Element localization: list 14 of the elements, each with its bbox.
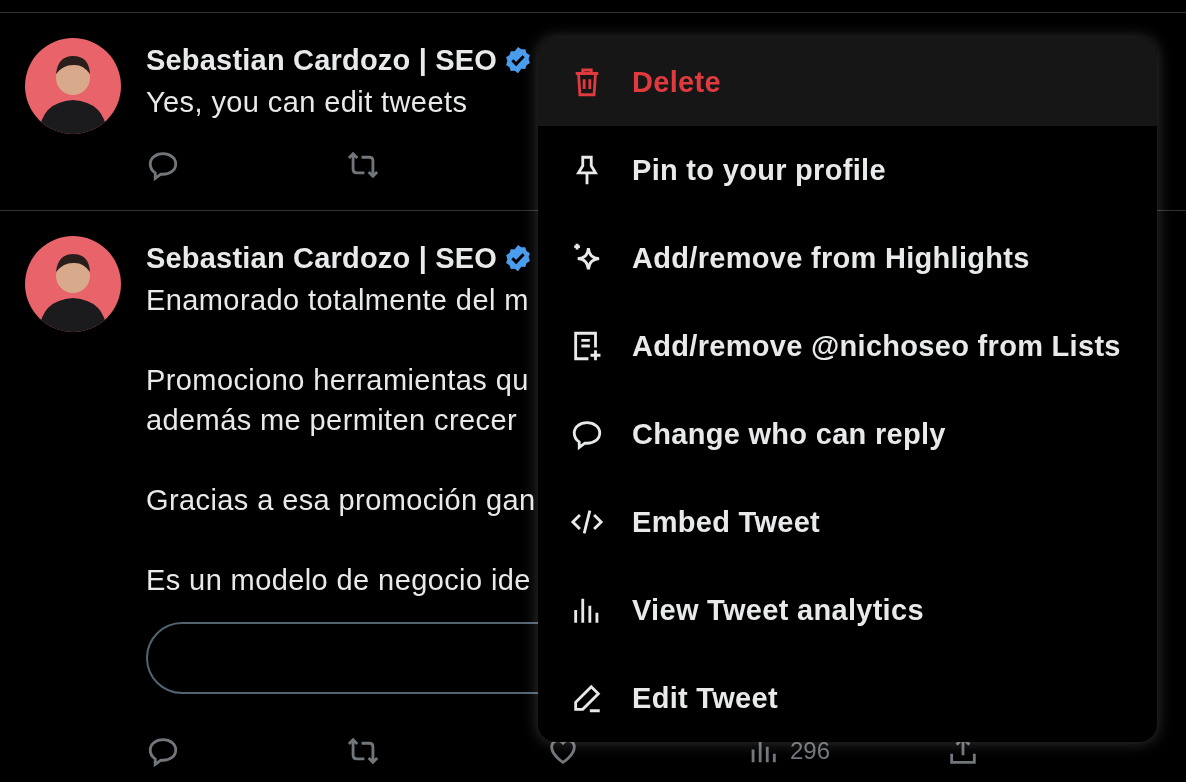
author-name[interactable]: Sebastian Cardozo | SEO <box>146 43 498 77</box>
menu-item[interactable]: Embed Tweet <box>538 478 1157 566</box>
tweet-text: Yes, you can edit tweets <box>146 85 468 120</box>
menu-item[interactable]: Add/remove from Highlights <box>538 214 1157 302</box>
menu-item[interactable]: Pin to your profile <box>538 126 1157 214</box>
author-name[interactable]: Sebastian Cardozo | SEO <box>146 241 498 275</box>
tweet-text: Enamorado totalmente del m <box>146 283 529 318</box>
menu-item[interactable]: View Tweet analytics <box>538 566 1157 654</box>
menu-item[interactable]: Change who can reply <box>538 390 1157 478</box>
menu-item[interactable]: Add/remove @nichoseo from Lists <box>538 302 1157 390</box>
tweet-text: Promociono herramientas qu además me permiten crecer <box>146 363 529 438</box>
menu-item[interactable]: Delete <box>538 38 1157 126</box>
tweet-text: Gracias a esa promoción gan <box>146 483 536 518</box>
tweet-text: Es un modelo de negocio ide <box>146 563 531 598</box>
